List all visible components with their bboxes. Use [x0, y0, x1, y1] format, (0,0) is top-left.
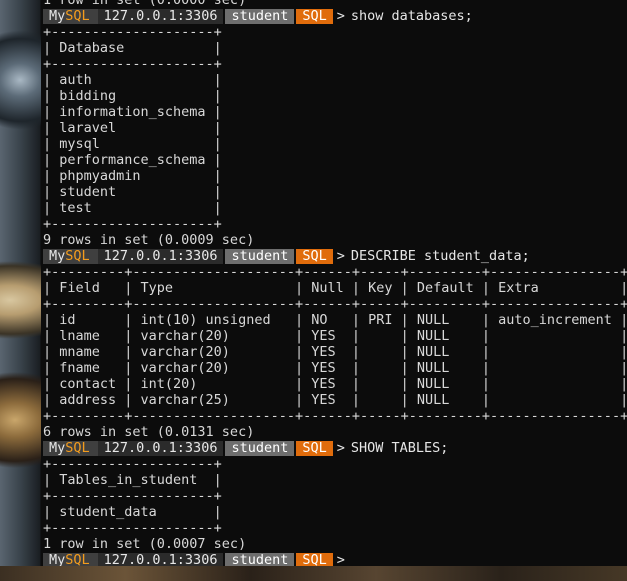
output-line: +--------------------+ [43, 56, 222, 72]
prompt-host: 127.0.0.1:3306 [97, 8, 224, 24]
prompt-mysql-label: MySQL [43, 7, 98, 24]
prompt-mode: SQL [296, 248, 333, 264]
output-line: | phpmyadmin | [43, 168, 222, 184]
desktop-wallpaper-bottom [0, 566, 627, 581]
output-line: | Tables_in_student | [43, 472, 222, 488]
output-line: | laravel | [43, 120, 222, 136]
output-line: +--------------------+ [43, 216, 222, 232]
output-line: | contact | int(20) | YES | | NULL | | [43, 376, 627, 392]
output-line: +---------+--------------------+------+-… [43, 296, 627, 312]
command-text: DESCRIBE student_data; [350, 248, 530, 264]
prompt-host: 127.0.0.1:3306 [97, 552, 224, 566]
prompt-mysql-label-my: My [49, 551, 66, 566]
output-line: | fname | varchar(20) | YES | | NULL | | [43, 360, 627, 376]
output-line: | auth | [43, 72, 222, 88]
prompt-mode: SQL [296, 552, 333, 566]
output-line: | mname | varchar(20) | YES | | NULL | | [43, 344, 627, 360]
prompt-mysql-label-sql: SQL [65, 551, 90, 566]
prompt-mode: SQL [296, 8, 333, 24]
prompt-mysql-label: MySQL [43, 439, 98, 456]
output-line: +--------------------+ [43, 24, 222, 40]
prompt-host: 127.0.0.1:3306 [97, 248, 224, 264]
prompt-mysql-label: MySQL [43, 247, 98, 264]
output-line: | bidding | [43, 88, 222, 104]
output-line: | lname | varchar(20) | YES | | NULL | | [43, 328, 627, 344]
prompt-mysql-label-sql: SQL [65, 7, 90, 24]
prompt-arrow: > [336, 440, 345, 456]
prompt-mysql-label: MySQL [43, 551, 98, 566]
output-line: 9 rows in set (0.0009 sec) [43, 232, 255, 248]
prompt-database: student [225, 552, 295, 566]
prompt-arrow: > [336, 552, 345, 566]
prompt-mysql-label-sql: SQL [65, 247, 90, 264]
prompt-database: student [225, 248, 295, 264]
output-line: | Field | Type | Null | Key | Default | … [43, 280, 627, 296]
prompt-mode: SQL [296, 440, 333, 456]
output-line: | Database | [43, 40, 222, 56]
output-line: 6 rows in set (0.0131 sec) [43, 424, 255, 440]
output-line: | id | int(10) unsigned | NO | PRI | NUL… [43, 312, 627, 328]
output-line: | test | [43, 200, 222, 216]
output-line: +--------------------+ [43, 456, 222, 472]
command-text: show databases; [350, 8, 473, 24]
prompt-host: 127.0.0.1:3306 [97, 440, 224, 456]
prompt-mysql-label-my: My [49, 247, 66, 264]
output-line: | address | varchar(25) | YES | | NULL |… [43, 392, 627, 408]
shell-prompt-line: MySQL 127.0.0.1:3306 student SQL > DESCRIBE s… [43, 248, 530, 264]
prompt-database: student [225, 8, 295, 24]
prompt-arrow: > [336, 8, 345, 24]
output-line: | student | [43, 184, 222, 200]
prompt-arrow: > [336, 248, 345, 264]
output-line: +---------+--------------------+------+-… [43, 264, 627, 280]
output-line: +--------------------+ [43, 520, 222, 536]
output-line: | information_schema | [43, 104, 222, 120]
output-line: | performance_schema | [43, 152, 222, 168]
shell-prompt-line: MySQL 127.0.0.1:3306 student SQL > show datab… [43, 8, 473, 24]
prompt-mysql-label-my: My [49, 439, 66, 456]
output-line: +--------------------+ [43, 488, 222, 504]
mysql-shell-terminal[interactable]: 1 row in set (0.0000 sec) MySQL 127.0.0.1:… [41, 0, 627, 566]
prompt-mysql-label-my: My [49, 7, 66, 24]
shell-prompt-line: MySQL 127.0.0.1:3306 student SQL > [43, 552, 351, 566]
output-line: 1 row in set (0.0007 sec) [43, 536, 247, 552]
output-line: | mysql | [43, 136, 222, 152]
prompt-database: student [225, 440, 295, 456]
command-text: SHOW TABLES; [350, 440, 449, 456]
output-line: | student_data | [43, 504, 222, 520]
shell-prompt-line: MySQL 127.0.0.1:3306 student SQL > SHOW TABLE… [43, 440, 448, 456]
prompt-mysql-label-sql: SQL [65, 439, 90, 456]
output-line: +---------+--------------------+------+-… [43, 408, 627, 424]
